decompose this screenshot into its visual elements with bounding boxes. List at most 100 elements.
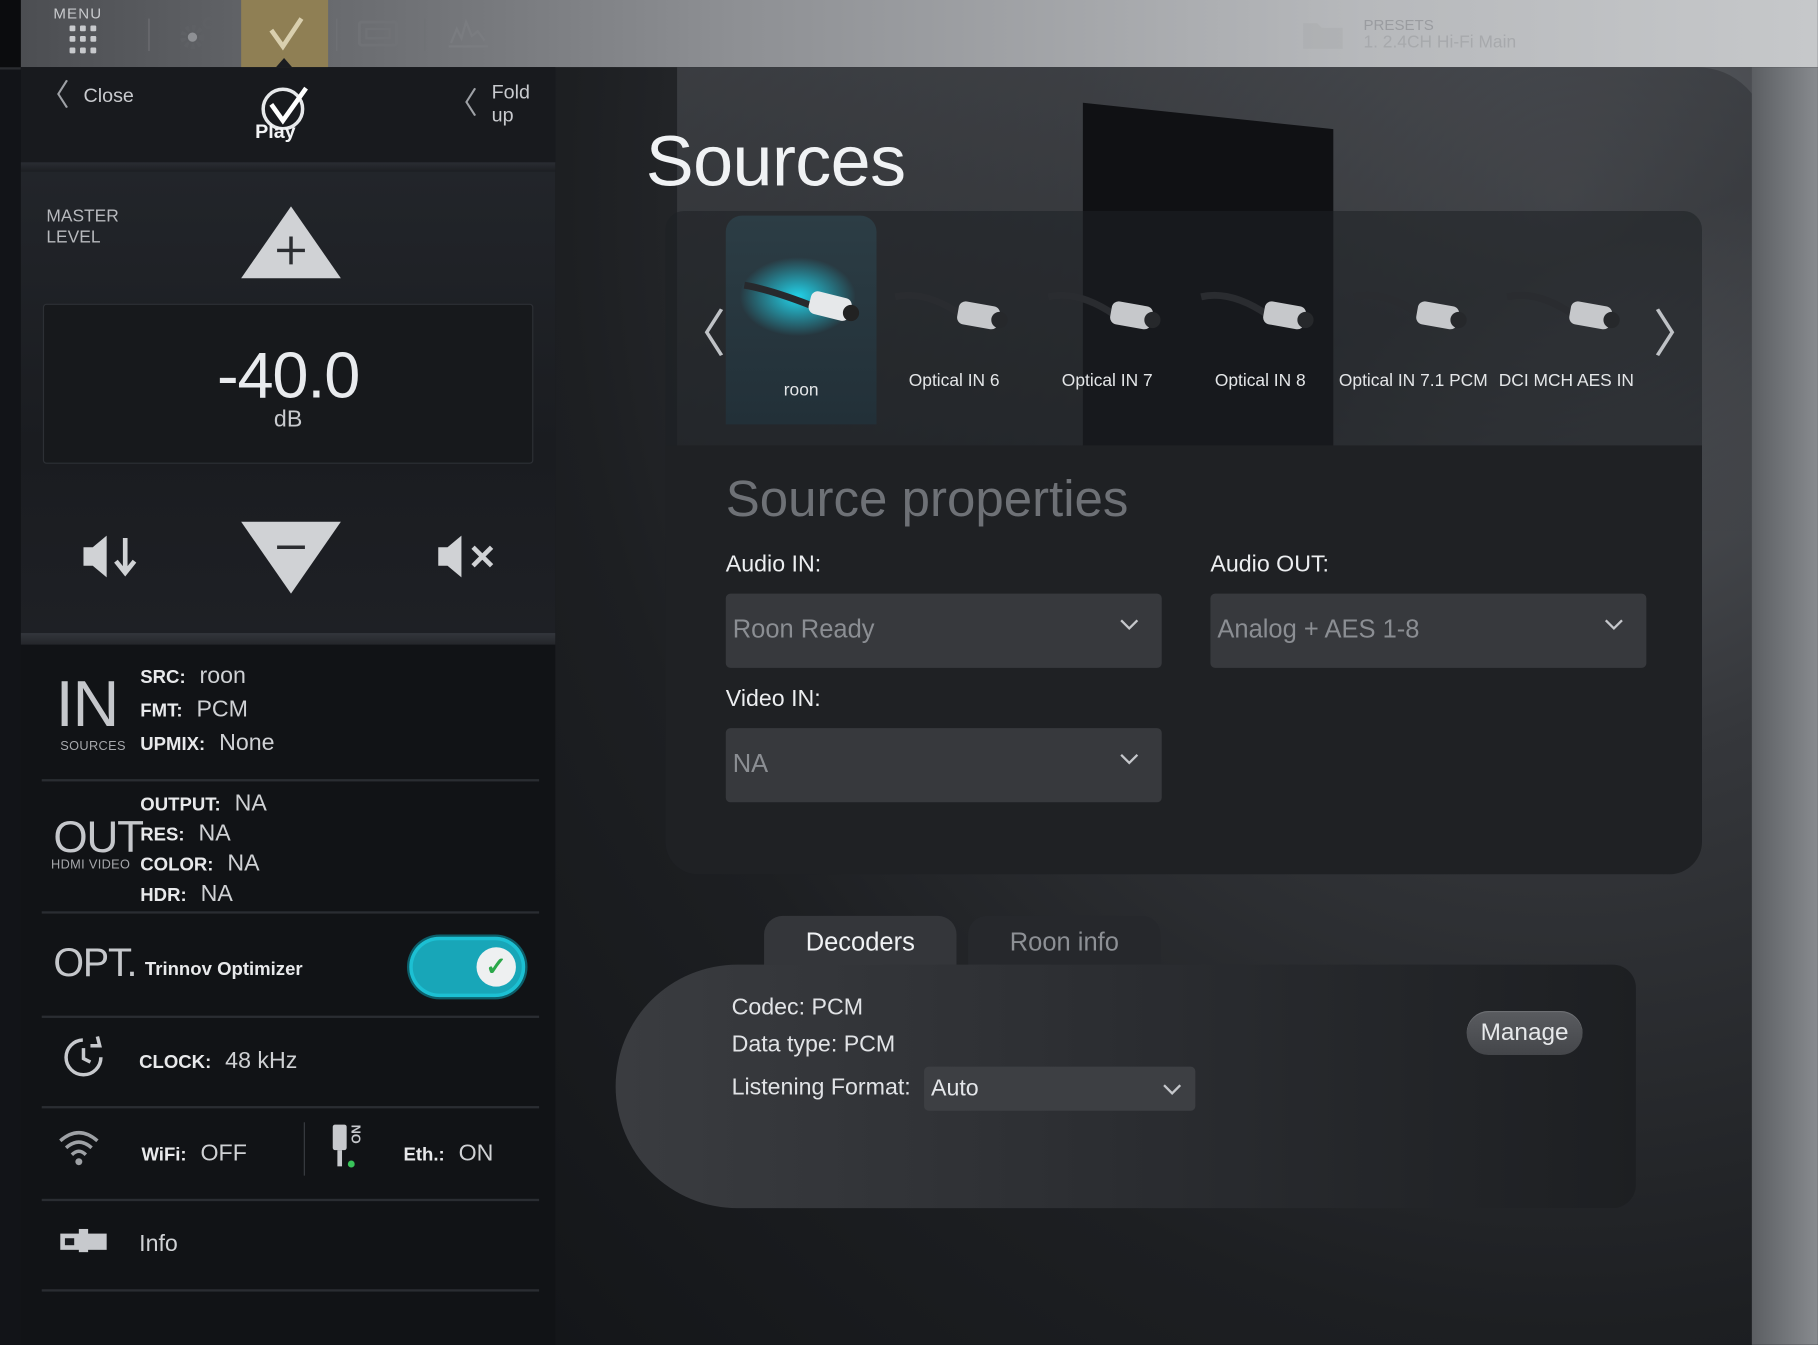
play-logo: Play bbox=[253, 86, 318, 144]
video-in-select[interactable]: NA bbox=[725, 728, 1162, 803]
out-label: OUT bbox=[53, 813, 144, 863]
folder-icon bbox=[1303, 23, 1343, 49]
carousel-next-icon[interactable]: 〉 bbox=[1653, 292, 1704, 366]
res-row: RES: NA bbox=[140, 820, 231, 847]
video-in-value: NA bbox=[732, 748, 769, 778]
audio-in-value: Roon Ready bbox=[732, 614, 875, 644]
fmt-row: FMT: PCM bbox=[140, 696, 248, 723]
volume-unit: dB bbox=[273, 406, 303, 433]
volume-down-button[interactable] bbox=[239, 519, 343, 596]
wifi-icon bbox=[59, 1131, 99, 1166]
xlr-cable-icon bbox=[1047, 291, 1161, 330]
check-icon: ✓ bbox=[476, 947, 516, 987]
presets-button[interactable]: PRESETS 1. 2.4CH Hi-Fi Main bbox=[1294, 0, 1572, 67]
chevron-left-icon: 〈 bbox=[39, 78, 70, 114]
play-logo-text: Play bbox=[255, 120, 296, 143]
tab-decoders[interactable]: Decoders bbox=[764, 915, 957, 970]
current-preset: 1. 2.4CH Hi-Fi Main bbox=[1363, 32, 1517, 53]
chevron-down-icon bbox=[1120, 619, 1139, 631]
source-item-optical-in-7-1-pcm[interactable]: Optical IN 7.1 PCM bbox=[1338, 216, 1489, 425]
optimizer-toggle[interactable]: ✓ bbox=[409, 936, 526, 998]
close-button[interactable]: 〈 Close bbox=[39, 81, 133, 111]
audio-out-label: Audio OUT: bbox=[1210, 551, 1329, 578]
optimizer-section: OPT. Trinnov Optimizer ✓ bbox=[41, 914, 540, 1018]
color-row: COLOR: NA bbox=[140, 850, 260, 877]
xlr-cable-icon bbox=[1353, 291, 1467, 330]
top-toolbar: MENU PRESETS 1. 2.4CH Hi-Fi Main bbox=[0, 0, 1818, 70]
carousel-prev-icon[interactable]: 〈 bbox=[675, 292, 726, 366]
play-tab[interactable] bbox=[241, 0, 329, 68]
volume-display: -40.0 dB bbox=[42, 303, 534, 464]
decoders-panel: Codec: PCM Data type: PCM Listening Form… bbox=[615, 964, 1636, 1209]
fold-up-button[interactable]: 〈 Fold up bbox=[448, 81, 556, 127]
source-properties-panel: Source properties Audio IN: Roon Ready A… bbox=[665, 445, 1702, 875]
chevron-down-icon bbox=[1120, 753, 1139, 765]
master-level-label: MASTER LEVEL bbox=[46, 206, 119, 247]
display-tab[interactable] bbox=[348, 0, 408, 67]
control-panel: 〈 Close Play 〈 Fold up MASTER LEVEL -40.… bbox=[20, 67, 556, 1345]
menu-button[interactable]: MENU bbox=[28, 0, 139, 67]
settings-tab[interactable] bbox=[162, 0, 232, 67]
clock-section[interactable]: CLOCK: 48 kHz bbox=[41, 1018, 540, 1109]
eth-row: Eth.: ON bbox=[403, 1140, 494, 1167]
mute-button[interactable] bbox=[436, 531, 501, 582]
volume-up-button[interactable] bbox=[239, 204, 343, 281]
audio-out-value: Analog + AES 1-8 bbox=[1217, 614, 1420, 644]
in-label: IN bbox=[55, 666, 120, 740]
listening-format-value: Auto bbox=[930, 1075, 979, 1102]
app-window: MENU PRESETS 1. 2.4CH Hi-Fi Main 〈 Close… bbox=[0, 0, 1818, 1345]
screen-icon bbox=[357, 20, 398, 47]
chevron-left-icon: 〈 bbox=[447, 86, 478, 122]
source-label: Optical IN 7 bbox=[1061, 371, 1153, 391]
audio-in-select[interactable]: Roon Ready bbox=[725, 593, 1162, 668]
checkmark-icon bbox=[269, 17, 304, 68]
video-in-label: Video IN: bbox=[725, 686, 821, 712]
source-item-dci-mch-aes-in[interactable]: DCI MCH AES IN bbox=[1491, 216, 1642, 425]
hdmi-video-label: HDMI VIDEO bbox=[51, 857, 131, 872]
source-label: Optical IN 8 bbox=[1214, 371, 1306, 391]
xlr-cable-icon bbox=[1506, 291, 1620, 330]
clock-row: CLOCK: 48 kHz bbox=[139, 1048, 298, 1074]
listening-format-label: Listening Format: bbox=[731, 1074, 911, 1101]
audio-in-label: Audio IN: bbox=[725, 551, 822, 578]
xlr-cable-icon bbox=[1200, 291, 1314, 330]
network-section[interactable]: WiFi: OFF ON Eth.: ON bbox=[41, 1108, 540, 1202]
src-row: SRC: roon bbox=[140, 663, 246, 689]
source-item-optical-in-8[interactable]: Optical IN 8 bbox=[1185, 216, 1336, 425]
source-item-optical-in-6[interactable]: Optical IN 6 bbox=[879, 216, 1030, 425]
chevron-down-icon bbox=[1163, 1084, 1182, 1095]
volume-control: MASTER LEVEL -40.0 dB bbox=[20, 171, 556, 634]
hdr-row: HDR: NA bbox=[140, 881, 233, 907]
dim-volume-button[interactable] bbox=[81, 531, 141, 582]
info-device-icon bbox=[60, 1228, 107, 1253]
source-item-roon[interactable]: roon bbox=[725, 215, 877, 425]
clock-sync-icon bbox=[64, 1036, 103, 1077]
main-content: Sources 〈 〉 roon Optical IN 6 Optical IN… bbox=[555, 67, 1818, 1345]
source-label: Optical IN 6 bbox=[908, 371, 1000, 391]
presets-label: PRESETS bbox=[1363, 16, 1434, 34]
source-glow-icon bbox=[739, 257, 860, 337]
close-label: Close bbox=[83, 84, 134, 107]
source-label: DCI MCH AES IN bbox=[1498, 371, 1634, 391]
optimizer-label: Trinnov Optimizer bbox=[144, 959, 303, 980]
measurement-tab[interactable] bbox=[438, 0, 498, 67]
upmix-row: UPMIX: None bbox=[140, 730, 275, 756]
opt-label: OPT. bbox=[53, 941, 137, 986]
audio-out-select[interactable]: Analog + AES 1-8 bbox=[1210, 593, 1647, 668]
source-item-optical-in-7[interactable]: Optical IN 7 bbox=[1032, 216, 1183, 425]
info-label: Info bbox=[139, 1231, 178, 1257]
output-row: OUTPUT: NA bbox=[140, 790, 267, 817]
input-status-section[interactable]: IN SOURCES SRC: roon FMT: PCM UPMIX: None bbox=[41, 656, 540, 782]
volume-value: -40.0 bbox=[217, 338, 360, 412]
tab-roon-info[interactable]: Roon info bbox=[968, 915, 1161, 970]
info-button[interactable]: Info bbox=[41, 1201, 540, 1292]
output-status-section[interactable]: OUT HDMI VIDEO OUTPUT: NA RES: NA COLOR: NA… bbox=[41, 781, 540, 914]
data-type-text: Data type: PCM bbox=[731, 1031, 896, 1058]
source-label: roon bbox=[783, 380, 819, 400]
listening-format-select[interactable]: Auto bbox=[924, 1066, 1196, 1111]
codec-text: Codec: PCM bbox=[731, 994, 864, 1021]
manage-button[interactable]: Manage bbox=[1466, 1010, 1583, 1056]
sources-label: SOURCES bbox=[60, 739, 126, 754]
source-properties-title: Source properties bbox=[725, 470, 1129, 528]
panel-header: 〈 Close Play 〈 Fold up bbox=[20, 67, 556, 172]
